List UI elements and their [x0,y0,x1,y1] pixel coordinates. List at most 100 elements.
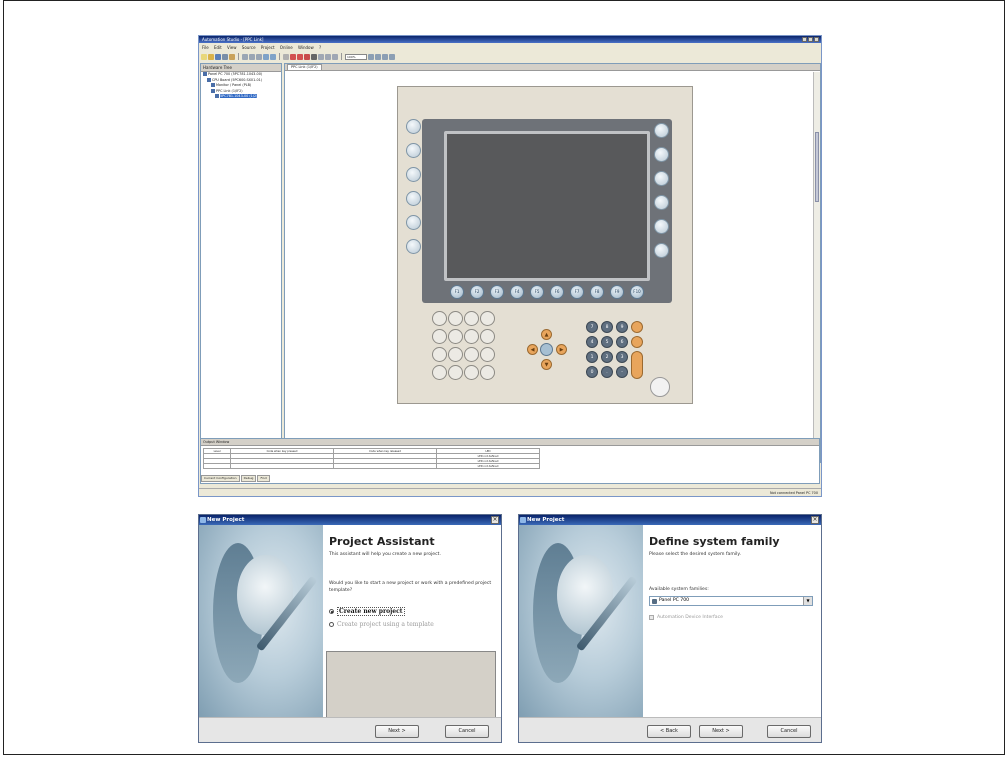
menu-view[interactable]: View [227,45,237,50]
close-button[interactable] [814,37,819,42]
alpha-key[interactable] [464,329,479,344]
print-icon[interactable] [229,53,235,60]
orange-key[interactable] [631,321,643,333]
menu-file[interactable]: File [202,45,209,50]
tab-find[interactable]: Find [257,475,270,482]
function-key-f2[interactable]: F2 [470,285,484,299]
automation-device-interface-option[interactable]: Automation Device Interface [649,615,723,620]
menu-online[interactable]: Online [280,45,293,50]
maximize-button[interactable] [808,37,813,42]
alpha-key[interactable] [432,365,447,380]
num-key-9[interactable]: 9 [616,321,628,333]
side-key[interactable] [654,195,669,210]
back-button[interactable]: < Back [647,725,691,738]
tab-debug[interactable]: Debug [240,475,257,482]
close-icon[interactable]: × [491,516,499,524]
redo-icon[interactable] [270,53,276,60]
alpha-key[interactable] [464,365,479,380]
arrow-left-key[interactable]: ◀ [527,344,538,355]
monitor-icon[interactable] [318,53,324,60]
zoom-in-icon[interactable] [368,53,374,60]
alpha-key[interactable] [480,311,495,326]
open-icon[interactable] [208,53,214,60]
arrow-right-key[interactable]: ▶ [556,344,567,355]
layout-icon[interactable] [325,53,331,60]
num-key-1[interactable]: 1 [586,351,598,363]
menu-project[interactable]: Project [261,45,275,50]
side-key[interactable] [406,215,421,230]
zoom-fit-icon[interactable] [382,53,388,60]
side-key[interactable] [654,171,669,186]
find-icon[interactable] [283,53,289,60]
side-key[interactable] [654,219,669,234]
alpha-key[interactable] [480,347,495,362]
save-icon[interactable] [215,53,221,60]
alpha-key[interactable] [432,311,447,326]
paste-icon[interactable] [256,53,262,60]
function-key-f1[interactable]: F1 [450,285,464,299]
function-key-f10[interactable]: F10 [630,285,644,299]
num-key-0[interactable]: 0 [586,366,598,378]
zoom-select[interactable]: 100% [345,53,367,60]
radio-button[interactable] [329,622,334,627]
function-key-f7[interactable]: F7 [570,285,584,299]
stop-icon[interactable] [311,53,317,60]
side-key[interactable] [654,147,669,162]
magnifier-icon[interactable] [389,53,395,60]
editor-tab[interactable]: PPC Link (1/IF2) [287,64,322,70]
function-key-f6[interactable]: F6 [550,285,564,299]
num-key-5[interactable]: 5 [601,336,613,348]
checkbox[interactable] [649,615,654,620]
transfer-icon[interactable] [290,53,296,60]
alpha-key[interactable] [480,329,495,344]
alpha-key[interactable] [448,347,463,362]
alpha-key[interactable] [448,329,463,344]
menu-window[interactable]: Window [298,45,314,50]
build-icon[interactable] [297,53,303,60]
alpha-key[interactable] [448,365,463,380]
system-family-select[interactable]: Panel PC 700 ▼ [649,596,813,606]
minimize-button[interactable] [802,37,807,42]
alpha-key[interactable] [448,311,463,326]
function-key-f9[interactable]: F9 [610,285,624,299]
alpha-key[interactable] [464,347,479,362]
side-key[interactable] [654,243,669,258]
enter-key[interactable] [540,343,553,356]
next-button[interactable]: Next > [375,725,419,738]
chevron-down-icon[interactable]: ▼ [803,597,812,605]
radio-button[interactable] [329,609,334,614]
copy-icon[interactable] [249,53,255,60]
alpha-key[interactable] [432,347,447,362]
cut-icon[interactable] [242,53,248,60]
side-key[interactable] [406,191,421,206]
arrow-up-key[interactable]: ▲ [541,329,552,340]
option-create-new[interactable]: Create new project [329,607,405,616]
undo-icon[interactable] [263,53,269,60]
zoom-out-icon[interactable] [375,53,381,60]
option-use-template[interactable]: Create project using a template [329,621,434,628]
side-key[interactable] [406,239,421,254]
side-key[interactable] [406,167,421,182]
num-key-2[interactable]: 2 [601,351,613,363]
close-icon[interactable]: × [811,516,819,524]
arrow-down-key[interactable]: ▼ [541,359,552,370]
new-icon[interactable] [201,53,207,60]
orange-enter-key[interactable] [631,351,643,379]
tab-current-configuration[interactable]: Current Configuration [201,475,240,482]
save-all-icon[interactable] [222,53,228,60]
grid-icon[interactable] [332,53,338,60]
function-key-f3[interactable]: F3 [490,285,504,299]
num-key-8[interactable]: 8 [601,321,613,333]
alpha-key[interactable] [464,311,479,326]
num-key-6[interactable]: 6 [616,336,628,348]
menu-help[interactable]: ? [319,45,321,50]
cancel-button[interactable]: Cancel [767,725,811,738]
num-key-4[interactable]: 4 [586,336,598,348]
alpha-key[interactable] [432,329,447,344]
table-row[interactable]: LED not defined [203,463,540,469]
num-key-7[interactable]: 7 [586,321,598,333]
menu-source[interactable]: Source [242,45,256,50]
function-key-f5[interactable]: F5 [530,285,544,299]
tree-item-selected[interactable]: 5PC781.1043-00 (1/2) [201,94,281,100]
alpha-key[interactable] [480,365,495,380]
